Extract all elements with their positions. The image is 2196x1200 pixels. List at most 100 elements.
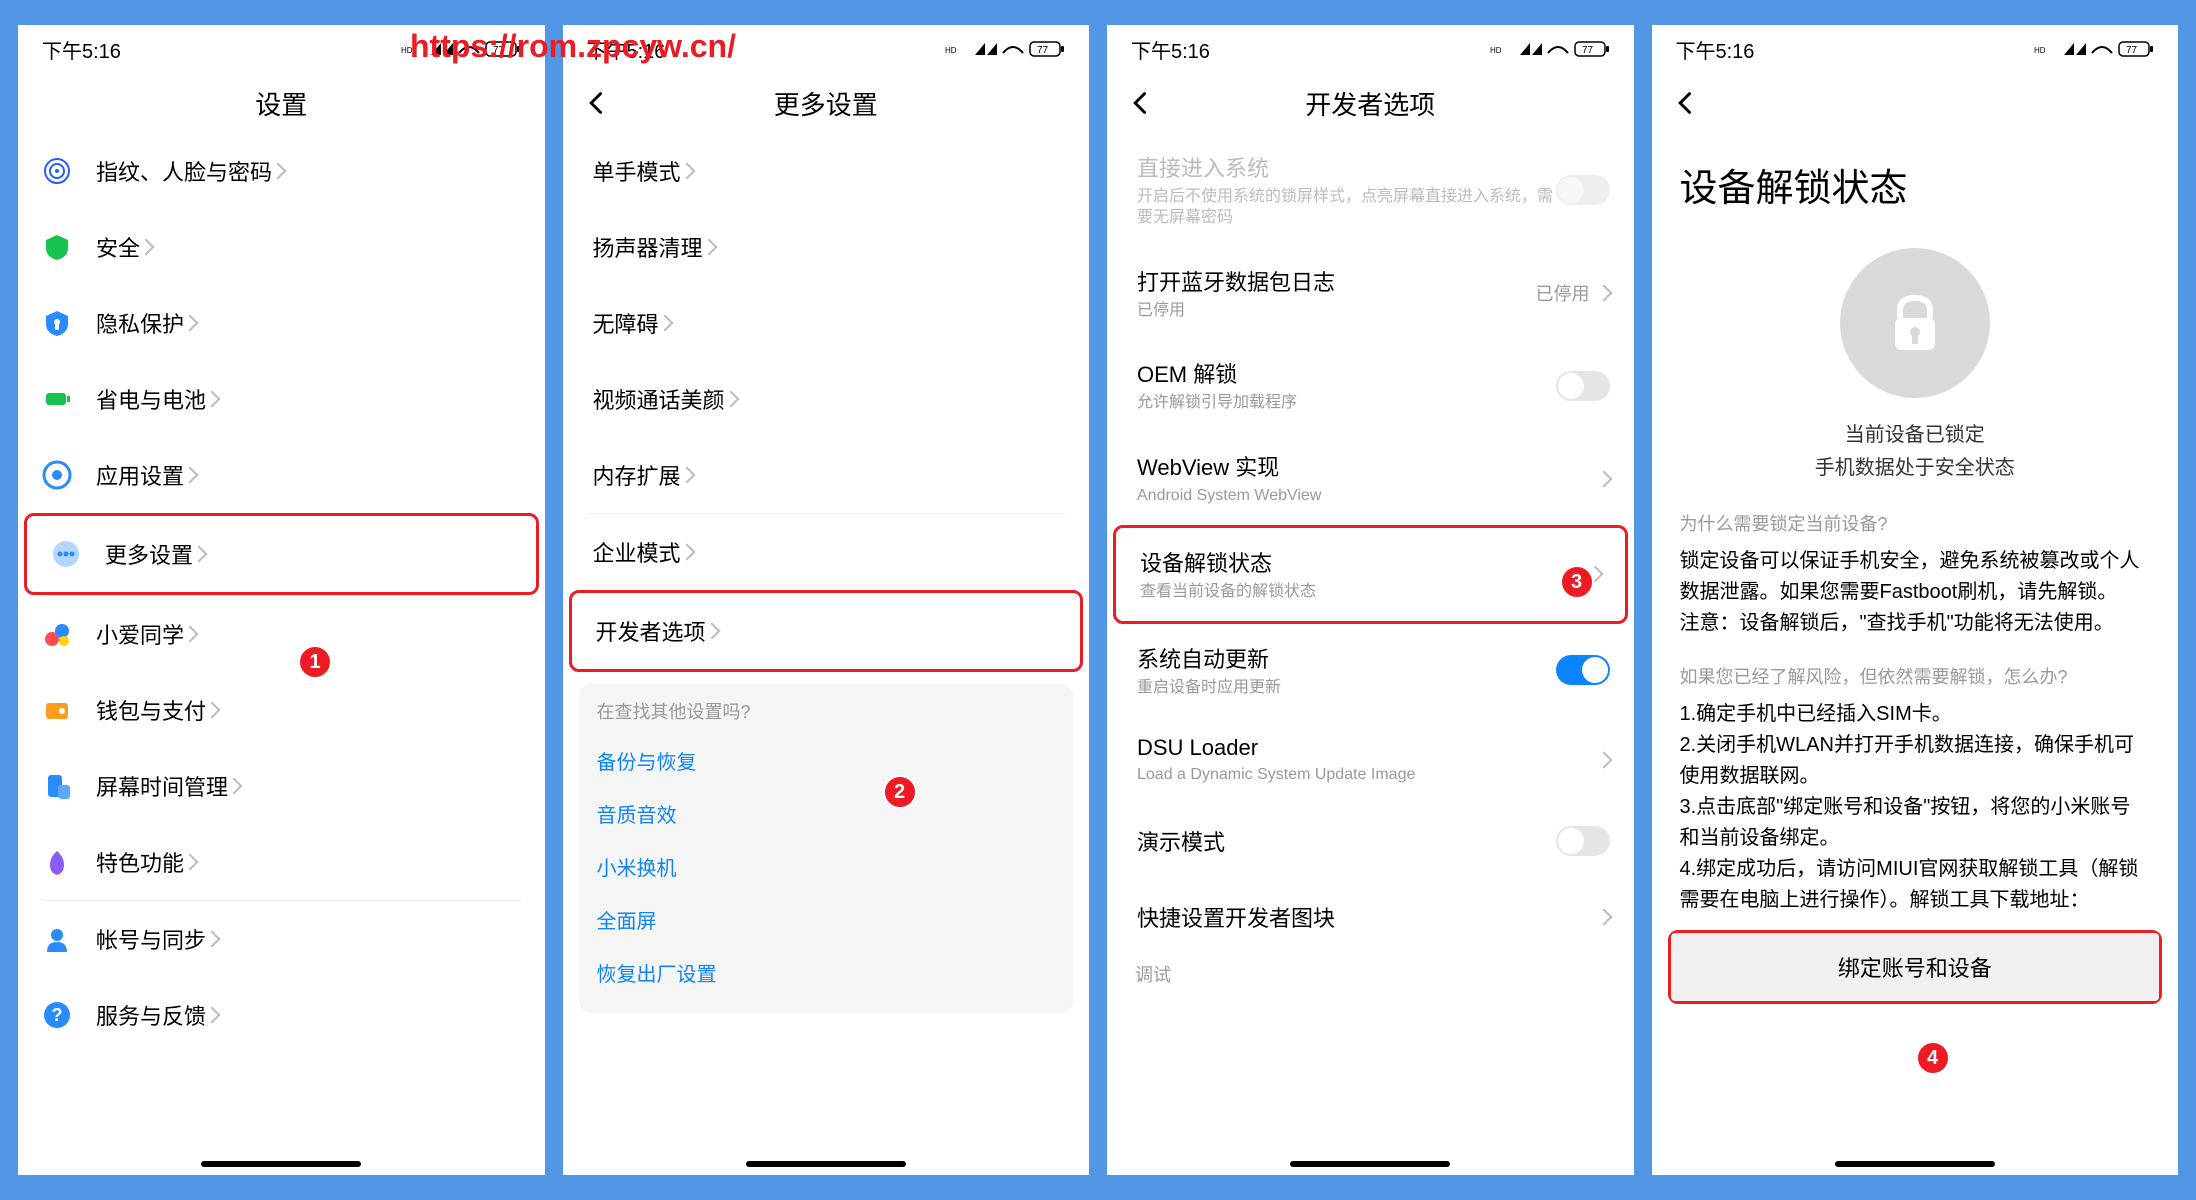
item-videocall[interactable]: 视频通话美颜: [563, 361, 1090, 437]
item-demo-mode[interactable]: 演示模式: [1107, 803, 1634, 879]
item-label: 特色功能: [96, 846, 184, 878]
search-link[interactable]: 全面屏: [597, 893, 1056, 946]
chevron-right-icon: [1595, 284, 1612, 301]
chevron-right-icon: [182, 626, 199, 643]
chevron-right-icon: [182, 467, 199, 484]
phone-screen-3: 下午5:16 HD 77 开发者选项 直接进入系统开启后不使用系统的锁屏样式，点…: [1107, 25, 1634, 1175]
item-memory[interactable]: 内存扩展: [563, 437, 1090, 513]
lock-icon: [1840, 248, 1990, 398]
item-developer-options[interactable]: 开发者选项: [572, 593, 1081, 669]
page-title: 设置: [38, 85, 525, 122]
search-title: 在查找其他设置吗?: [597, 698, 1056, 724]
item-bluetooth-log[interactable]: 打开蓝牙数据包日志已停用 已停用: [1107, 247, 1634, 340]
svg-text:HD: HD: [1490, 46, 1502, 55]
search-link[interactable]: 小米换机: [597, 840, 1056, 893]
item-auto-update[interactable]: 系统自动更新重启设备时应用更新: [1107, 624, 1634, 717]
item-quick-tiles[interactable]: 快捷设置开发者图块: [1107, 879, 1634, 955]
nav-bar[interactable]: [1652, 1161, 2179, 1175]
title-bar: [1652, 73, 2179, 133]
status-indicators: HD 77: [1490, 40, 1610, 58]
chevron-right-icon: [678, 163, 695, 180]
highlight-developer-options: 开发者选项: [569, 590, 1084, 672]
back-arrow-icon[interactable]: [583, 89, 611, 117]
svg-text:77: 77: [1582, 45, 1594, 56]
chevron-right-icon: [1595, 470, 1612, 487]
item-label: 屏幕时间管理: [96, 770, 228, 802]
item-unlock-status[interactable]: 设备解锁状态查看当前设备的解锁状态: [1116, 528, 1625, 621]
toggle-oem[interactable]: [1556, 371, 1610, 401]
chevron-right-icon: [1595, 909, 1612, 926]
item-security[interactable]: 安全: [18, 209, 545, 285]
item-speaker[interactable]: 扬声器清理: [563, 209, 1090, 285]
item-label: 更多设置: [105, 538, 193, 570]
item-label: 指纹、人脸与密码: [96, 155, 272, 187]
item-xiaoai[interactable]: 小爱同学: [18, 596, 545, 672]
item-special[interactable]: 特色功能: [18, 824, 545, 900]
back-arrow-icon[interactable]: [1672, 89, 1700, 117]
nav-bar[interactable]: [18, 1161, 545, 1175]
chevron-right-icon: [204, 391, 221, 408]
nav-bar[interactable]: [1107, 1161, 1634, 1175]
page-title: 设备解锁状态: [1652, 133, 2179, 228]
xiaoai-icon: [42, 619, 72, 649]
help-icon: ?: [42, 1000, 72, 1030]
search-link[interactable]: 备份与恢复: [597, 734, 1056, 787]
phone-screen-2: 下午5:16 HD 77 更多设置 单手模式 扬声器清理 无障碍 视频通话美颜 …: [563, 25, 1090, 1175]
status-bar: 下午5:16 HD 77: [1107, 25, 1634, 73]
chevron-right-icon: [678, 544, 695, 561]
answer-1: 锁定设备可以保证手机安全，避免系统被篡改或个人数据泄露。如果您需要Fastboo…: [1652, 546, 2179, 653]
item-label: 安全: [96, 231, 140, 263]
toggle-auto-update[interactable]: [1556, 655, 1610, 685]
item-dsu-loader[interactable]: DSU LoaderLoad a Dynamic System Update I…: [1107, 717, 1634, 804]
item-webview[interactable]: WebView 实现Android System WebView: [1107, 432, 1634, 525]
status-bar: 下午5:16 HD 77: [1652, 25, 2179, 73]
item-oem-unlock[interactable]: OEM 解锁允许解锁引导加载程序: [1107, 339, 1634, 432]
chevron-right-icon: [1595, 751, 1612, 768]
item-fingerprint[interactable]: 指纹、人脸与密码: [18, 133, 545, 209]
screentime-icon: [42, 771, 72, 801]
item-label: 钱包与支付: [96, 694, 206, 726]
special-icon: [42, 847, 72, 877]
chevron-right-icon: [703, 623, 720, 640]
step-badge-3: 3: [1560, 565, 1594, 599]
privacy-icon: [42, 308, 72, 338]
item-account[interactable]: 帐号与同步: [18, 901, 545, 977]
item-label: 服务与反馈: [96, 999, 206, 1031]
toggle-direct-boot: [1556, 175, 1610, 205]
item-onehand[interactable]: 单手模式: [563, 133, 1090, 209]
chevron-right-icon: [204, 702, 221, 719]
item-feedback[interactable]: ? 服务与反馈: [18, 977, 545, 1053]
item-label: 省电与电池: [96, 383, 206, 415]
chevron-right-icon: [722, 391, 739, 408]
nav-bar[interactable]: [563, 1161, 1090, 1175]
toggle-demo[interactable]: [1556, 826, 1610, 856]
svg-text:HD: HD: [945, 46, 957, 55]
bind-account-button[interactable]: 绑定账号和设备: [1671, 933, 2160, 1001]
answer-2: 1.确定手机中已经插入SIM卡。 2.关闭手机WLAN并打开手机数据连接，确保手…: [1652, 699, 2179, 930]
shield-icon: [42, 232, 72, 262]
item-privacy[interactable]: 隐私保护: [18, 285, 545, 361]
question-1: 为什么需要锁定当前设备?: [1652, 500, 2179, 546]
search-link[interactable]: 恢复出厂设置: [597, 946, 1056, 999]
item-apps[interactable]: 应用设置: [18, 437, 545, 513]
svg-text:77: 77: [2126, 45, 2138, 56]
section-debug-label: 调试: [1107, 955, 1634, 993]
svg-text:77: 77: [1037, 45, 1049, 56]
search-suggestions: 在查找其他设置吗? 备份与恢复 音质音效 小米换机 全面屏 恢复出厂设置: [579, 684, 1074, 1013]
item-more-settings[interactable]: 更多设置: [27, 516, 536, 592]
svg-text:HD: HD: [2034, 46, 2046, 55]
item-battery[interactable]: 省电与电池: [18, 361, 545, 437]
account-icon: [42, 924, 72, 954]
chevron-right-icon: [138, 239, 155, 256]
more-icon: [51, 539, 81, 569]
item-wallet[interactable]: 钱包与支付: [18, 672, 545, 748]
item-label: 隐私保护: [96, 307, 184, 339]
item-enterprise[interactable]: 企业模式: [563, 514, 1090, 590]
chevron-right-icon: [700, 239, 717, 256]
item-screentime[interactable]: 屏幕时间管理: [18, 748, 545, 824]
search-link[interactable]: 音质音效: [597, 787, 1056, 840]
back-arrow-icon[interactable]: [1127, 89, 1155, 117]
item-accessibility[interactable]: 无障碍: [563, 285, 1090, 361]
step-badge-4: 4: [1916, 1041, 1950, 1075]
fingerprint-icon: [42, 156, 72, 186]
